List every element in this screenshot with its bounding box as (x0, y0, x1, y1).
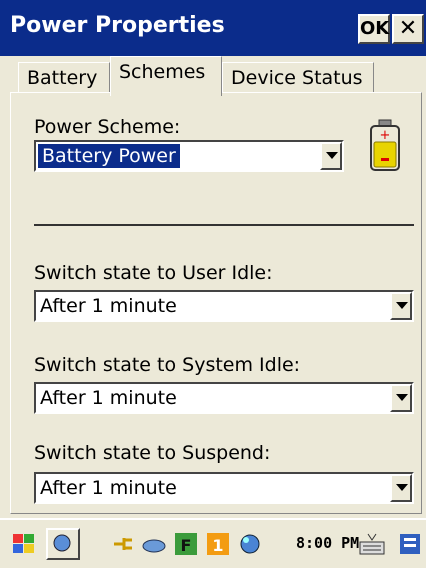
chevron-down-icon (396, 302, 408, 309)
battery-icon: + (368, 118, 402, 174)
clock[interactable]: 8:00 PM (296, 534, 359, 552)
power-scheme-label: Power Scheme: (34, 116, 181, 138)
tab-device-status[interactable]: Device Status (222, 62, 374, 94)
keyboard-icon[interactable] (358, 530, 386, 558)
system-idle-dropdown-button[interactable] (390, 384, 412, 412)
system-idle-value: After 1 minute (40, 387, 177, 409)
tab-strip: Battery Schemes Device Status (0, 56, 426, 96)
suspend-label: Switch state to Suspend: (34, 442, 271, 464)
power-scheme-value: Battery Power (38, 144, 180, 168)
power-icon[interactable] (110, 530, 138, 558)
suspend-dropdown-button[interactable] (390, 474, 412, 502)
chevron-down-icon (396, 394, 408, 401)
suspend-value: After 1 minute (40, 477, 177, 499)
ok-button[interactable]: OK (358, 14, 390, 44)
power-scheme-select[interactable]: Battery Power (34, 140, 344, 172)
network-icon[interactable] (140, 530, 168, 558)
taskbar: F 1 8:00 PM (0, 518, 426, 568)
divider (34, 224, 414, 226)
svg-text:+: + (380, 128, 391, 143)
chevron-down-icon (396, 484, 408, 491)
power-scheme-dropdown-button[interactable] (320, 142, 342, 170)
svg-text:F: F (181, 536, 192, 555)
chevron-down-icon (326, 152, 338, 159)
user-idle-dropdown-button[interactable] (390, 292, 412, 320)
system-idle-select[interactable]: After 1 minute (34, 382, 414, 414)
tab-schemes[interactable]: Schemes (110, 56, 222, 96)
user-idle-value: After 1 minute (40, 295, 177, 317)
system-idle-label: Switch state to System Idle: (34, 354, 301, 376)
close-button[interactable]: ✕ (392, 14, 424, 44)
close-icon: ✕ (398, 16, 418, 41)
sync-icon[interactable] (236, 530, 264, 558)
title-bar: Power Properties OK ✕ (0, 0, 426, 56)
window-title: Power Properties (10, 13, 225, 38)
svg-text:1: 1 (212, 536, 223, 555)
user-idle-select[interactable]: After 1 minute (34, 290, 414, 322)
tab-battery[interactable]: Battery (18, 62, 110, 94)
user-idle-label: Switch state to User Idle: (34, 262, 273, 284)
app-icon[interactable] (396, 530, 424, 558)
desktop-icon[interactable] (46, 528, 80, 560)
suspend-select[interactable]: After 1 minute (34, 472, 414, 504)
start-icon[interactable] (10, 530, 38, 558)
f-badge-icon[interactable]: F (172, 530, 200, 558)
one-badge-icon[interactable]: 1 (204, 530, 232, 558)
